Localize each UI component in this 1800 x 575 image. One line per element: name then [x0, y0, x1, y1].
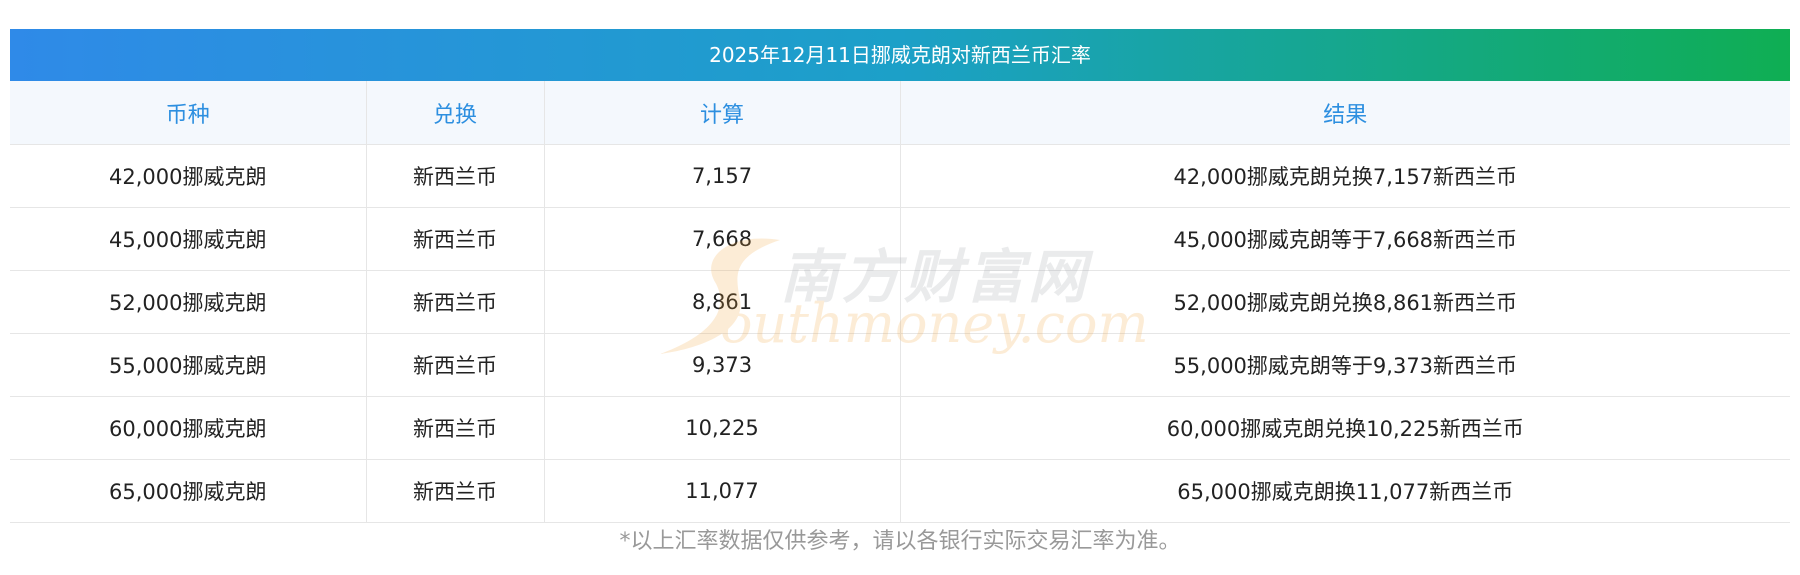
cell-currency: 55,000挪威克朗 — [10, 333, 367, 397]
cell-result: 52,000挪威克朗兑换8,861新西兰币 — [900, 270, 1790, 334]
header-result: 结果 — [900, 81, 1790, 145]
cell-amount: 11,077 — [544, 459, 901, 523]
disclaimer-footnote: *以上汇率数据仅供参考，请以各银行实际交易汇率为准。 — [619, 529, 1181, 554]
rate-table: 币种 兑换 计算 结果 42,000挪威克朗 新西兰币 7,157 42,000… — [10, 81, 1790, 523]
cell-target: 新西兰币 — [366, 396, 545, 460]
table-row: 60,000挪威克朗 新西兰币 10,225 60,000挪威克朗兑换10,22… — [10, 396, 1790, 460]
cell-result: 55,000挪威克朗等于9,373新西兰币 — [900, 333, 1790, 397]
cell-amount: 7,668 — [544, 207, 901, 271]
cell-target: 新西兰币 — [366, 333, 545, 397]
table-row: 55,000挪威克朗 新西兰币 9,373 55,000挪威克朗等于9,373新… — [10, 333, 1790, 397]
cell-target: 新西兰币 — [366, 207, 545, 271]
cell-currency: 52,000挪威克朗 — [10, 270, 367, 334]
table-header-row: 币种 兑换 计算 结果 — [10, 81, 1790, 145]
page: 2025年12月11日挪威克朗对新西兰币汇率 币种 兑换 计算 结果 42,00… — [0, 0, 1800, 575]
cell-target: 新西兰币 — [366, 459, 545, 523]
cell-target: 新西兰币 — [366, 144, 545, 208]
cell-result: 42,000挪威克朗兑换7,157新西兰币 — [900, 144, 1790, 208]
cell-target: 新西兰币 — [366, 270, 545, 334]
table-row: 52,000挪威克朗 新西兰币 8,861 52,000挪威克朗兑换8,861新… — [10, 270, 1790, 334]
cell-amount: 9,373 — [544, 333, 901, 397]
table-row: 65,000挪威克朗 新西兰币 11,077 65,000挪威克朗换11,077… — [10, 459, 1790, 523]
table-row: 42,000挪威克朗 新西兰币 7,157 42,000挪威克朗兑换7,157新… — [10, 144, 1790, 208]
table-title: 2025年12月11日挪威克朗对新西兰币汇率 — [10, 29, 1790, 81]
table-row: 45,000挪威克朗 新西兰币 7,668 45,000挪威克朗等于7,668新… — [10, 207, 1790, 271]
cell-result: 45,000挪威克朗等于7,668新西兰币 — [900, 207, 1790, 271]
cell-amount: 8,861 — [544, 270, 901, 334]
cell-amount: 10,225 — [544, 396, 901, 460]
cell-result: 60,000挪威克朗兑换10,225新西兰币 — [900, 396, 1790, 460]
header-calculation: 计算 — [544, 81, 901, 145]
header-exchange: 兑换 — [366, 81, 545, 145]
header-currency: 币种 — [10, 81, 367, 145]
cell-currency: 45,000挪威克朗 — [10, 207, 367, 271]
cell-currency: 60,000挪威克朗 — [10, 396, 367, 460]
cell-currency: 65,000挪威克朗 — [10, 459, 367, 523]
cell-amount: 7,157 — [544, 144, 901, 208]
cell-result: 65,000挪威克朗换11,077新西兰币 — [900, 459, 1790, 523]
exchange-rate-table: 2025年12月11日挪威克朗对新西兰币汇率 币种 兑换 计算 结果 42,00… — [10, 29, 1790, 523]
cell-currency: 42,000挪威克朗 — [10, 144, 367, 208]
